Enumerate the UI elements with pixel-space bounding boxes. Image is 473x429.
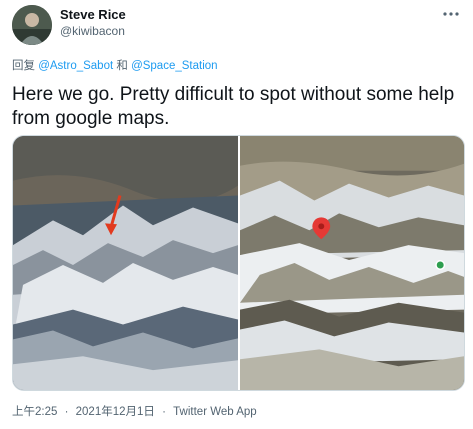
mention-link[interactable]: @Astro_Sabot — [38, 60, 113, 72]
tweet-text: Here we go. Pretty difficult to spot wit… — [12, 84, 455, 129]
reply-prefix: 回复 — [12, 60, 39, 72]
more-options-button[interactable] — [439, 4, 463, 24]
mention-link[interactable]: @Space_Station — [131, 60, 217, 72]
author-name[interactable]: Steve Rice — [60, 7, 126, 22]
meta-separator: · — [162, 406, 166, 418]
tweet-date[interactable]: 2021年12月1日 — [76, 406, 155, 418]
media-grid — [12, 135, 465, 391]
author-handle[interactable]: @kiwibacon — [60, 24, 125, 38]
reply-joiner: 和 — [113, 60, 132, 72]
iss-photo-image — [13, 136, 238, 390]
tweet-metadata: 上午2:25 · 2021年12月1日 · Twitter Web App — [12, 403, 257, 419]
tweet-time[interactable]: 上午2:25 — [12, 406, 57, 418]
avatar[interactable] — [12, 5, 52, 45]
media-photo[interactable] — [13, 136, 238, 390]
meta-separator: · — [64, 406, 69, 418]
media-map[interactable] — [240, 136, 464, 390]
more-horizontal-icon — [443, 12, 459, 16]
tweet-source: Twitter Web App — [173, 406, 257, 418]
google-map-image — [240, 136, 464, 390]
replying-to: 回复 @Astro_Sabot 和 @Space_Station — [12, 57, 218, 73]
tweet: Steve Rice @kiwibacon 回复 @Astro_Sabot 和 … — [0, 0, 473, 429]
